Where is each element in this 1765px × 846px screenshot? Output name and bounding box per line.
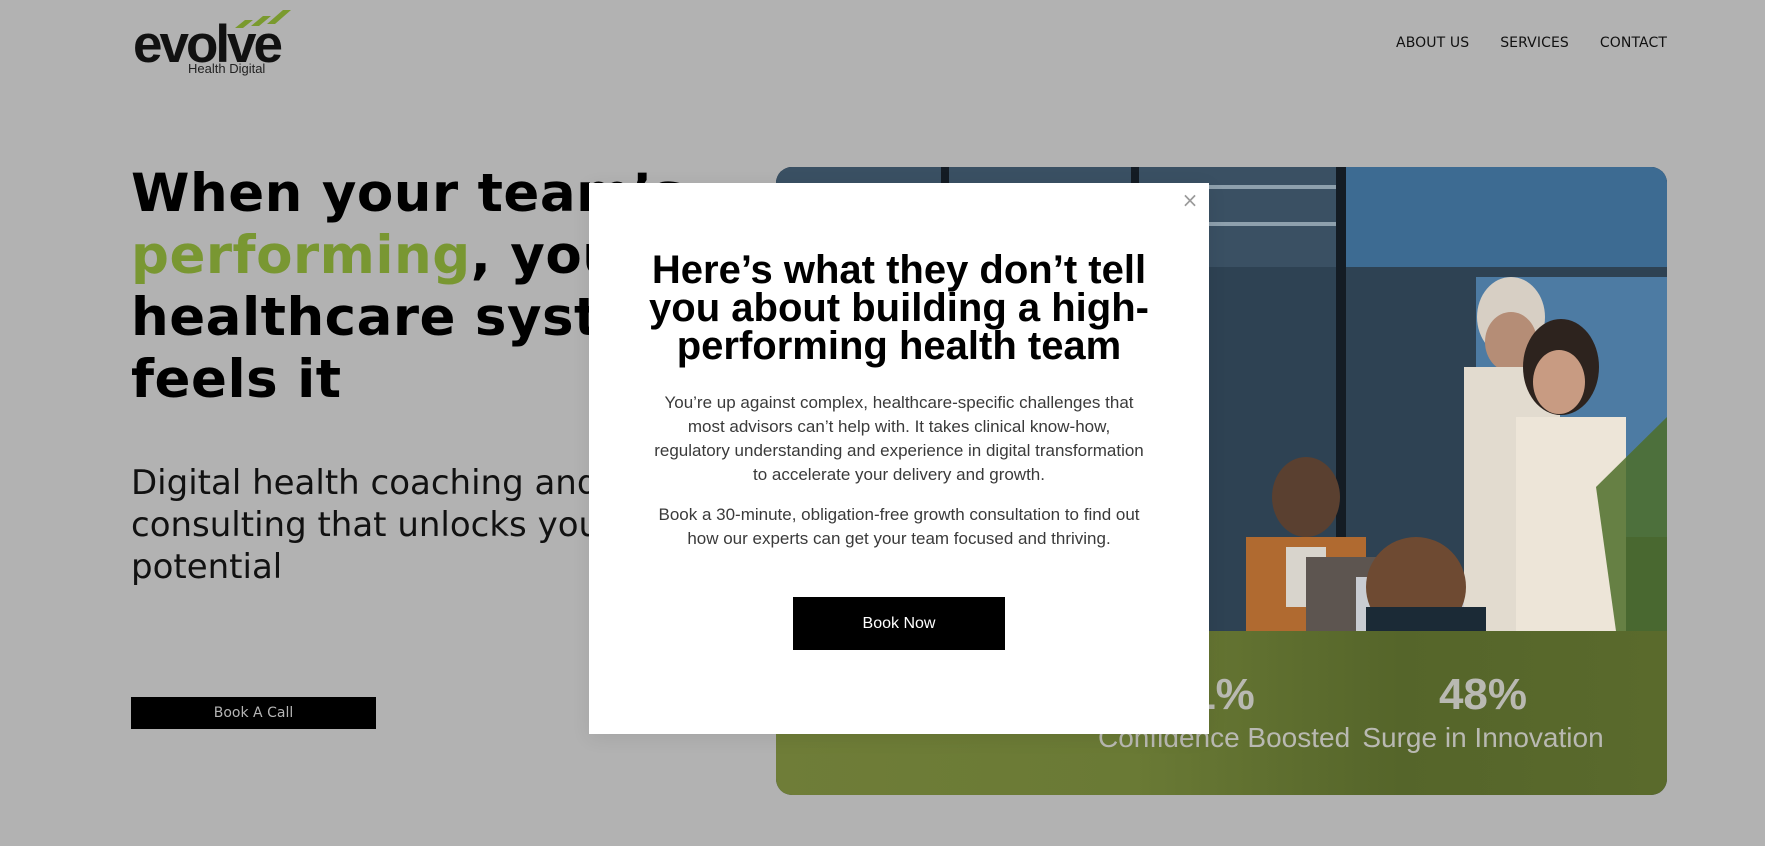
modal-title: Here’s what they don’t tell you about bu… (649, 248, 1149, 368)
logo[interactable]: evolve Health Digital (133, 8, 293, 80)
stat-label: Surge in Innovation (1362, 722, 1604, 753)
modal-paragraph-1: You’re up against complex, healthcare-sp… (654, 393, 1144, 484)
consultation-modal: × Here’s what they don’t tell you about … (589, 183, 1209, 734)
stat-surge-in-innovation: 48% Surge in Innovation (1358, 631, 1608, 755)
main-nav: ABOUT US SERVICES CONTACT (1396, 35, 1667, 51)
nav-services[interactable]: SERVICES (1500, 35, 1569, 51)
logo-subtitle: Health Digital (188, 61, 266, 76)
book-a-call-button[interactable]: Book A Call (131, 697, 376, 729)
modal-paragraph-2: Book a 30-minute, obligation-free growth… (658, 505, 1140, 548)
hero-title-accent: performing (131, 225, 471, 286)
nav-about-us[interactable]: ABOUT US (1396, 35, 1469, 51)
book-now-button[interactable]: Book Now (793, 597, 1005, 650)
nav-contact[interactable]: CONTACT (1600, 35, 1667, 51)
stat-value: 48% (1438, 670, 1528, 719)
close-icon[interactable]: × (1181, 190, 1199, 210)
